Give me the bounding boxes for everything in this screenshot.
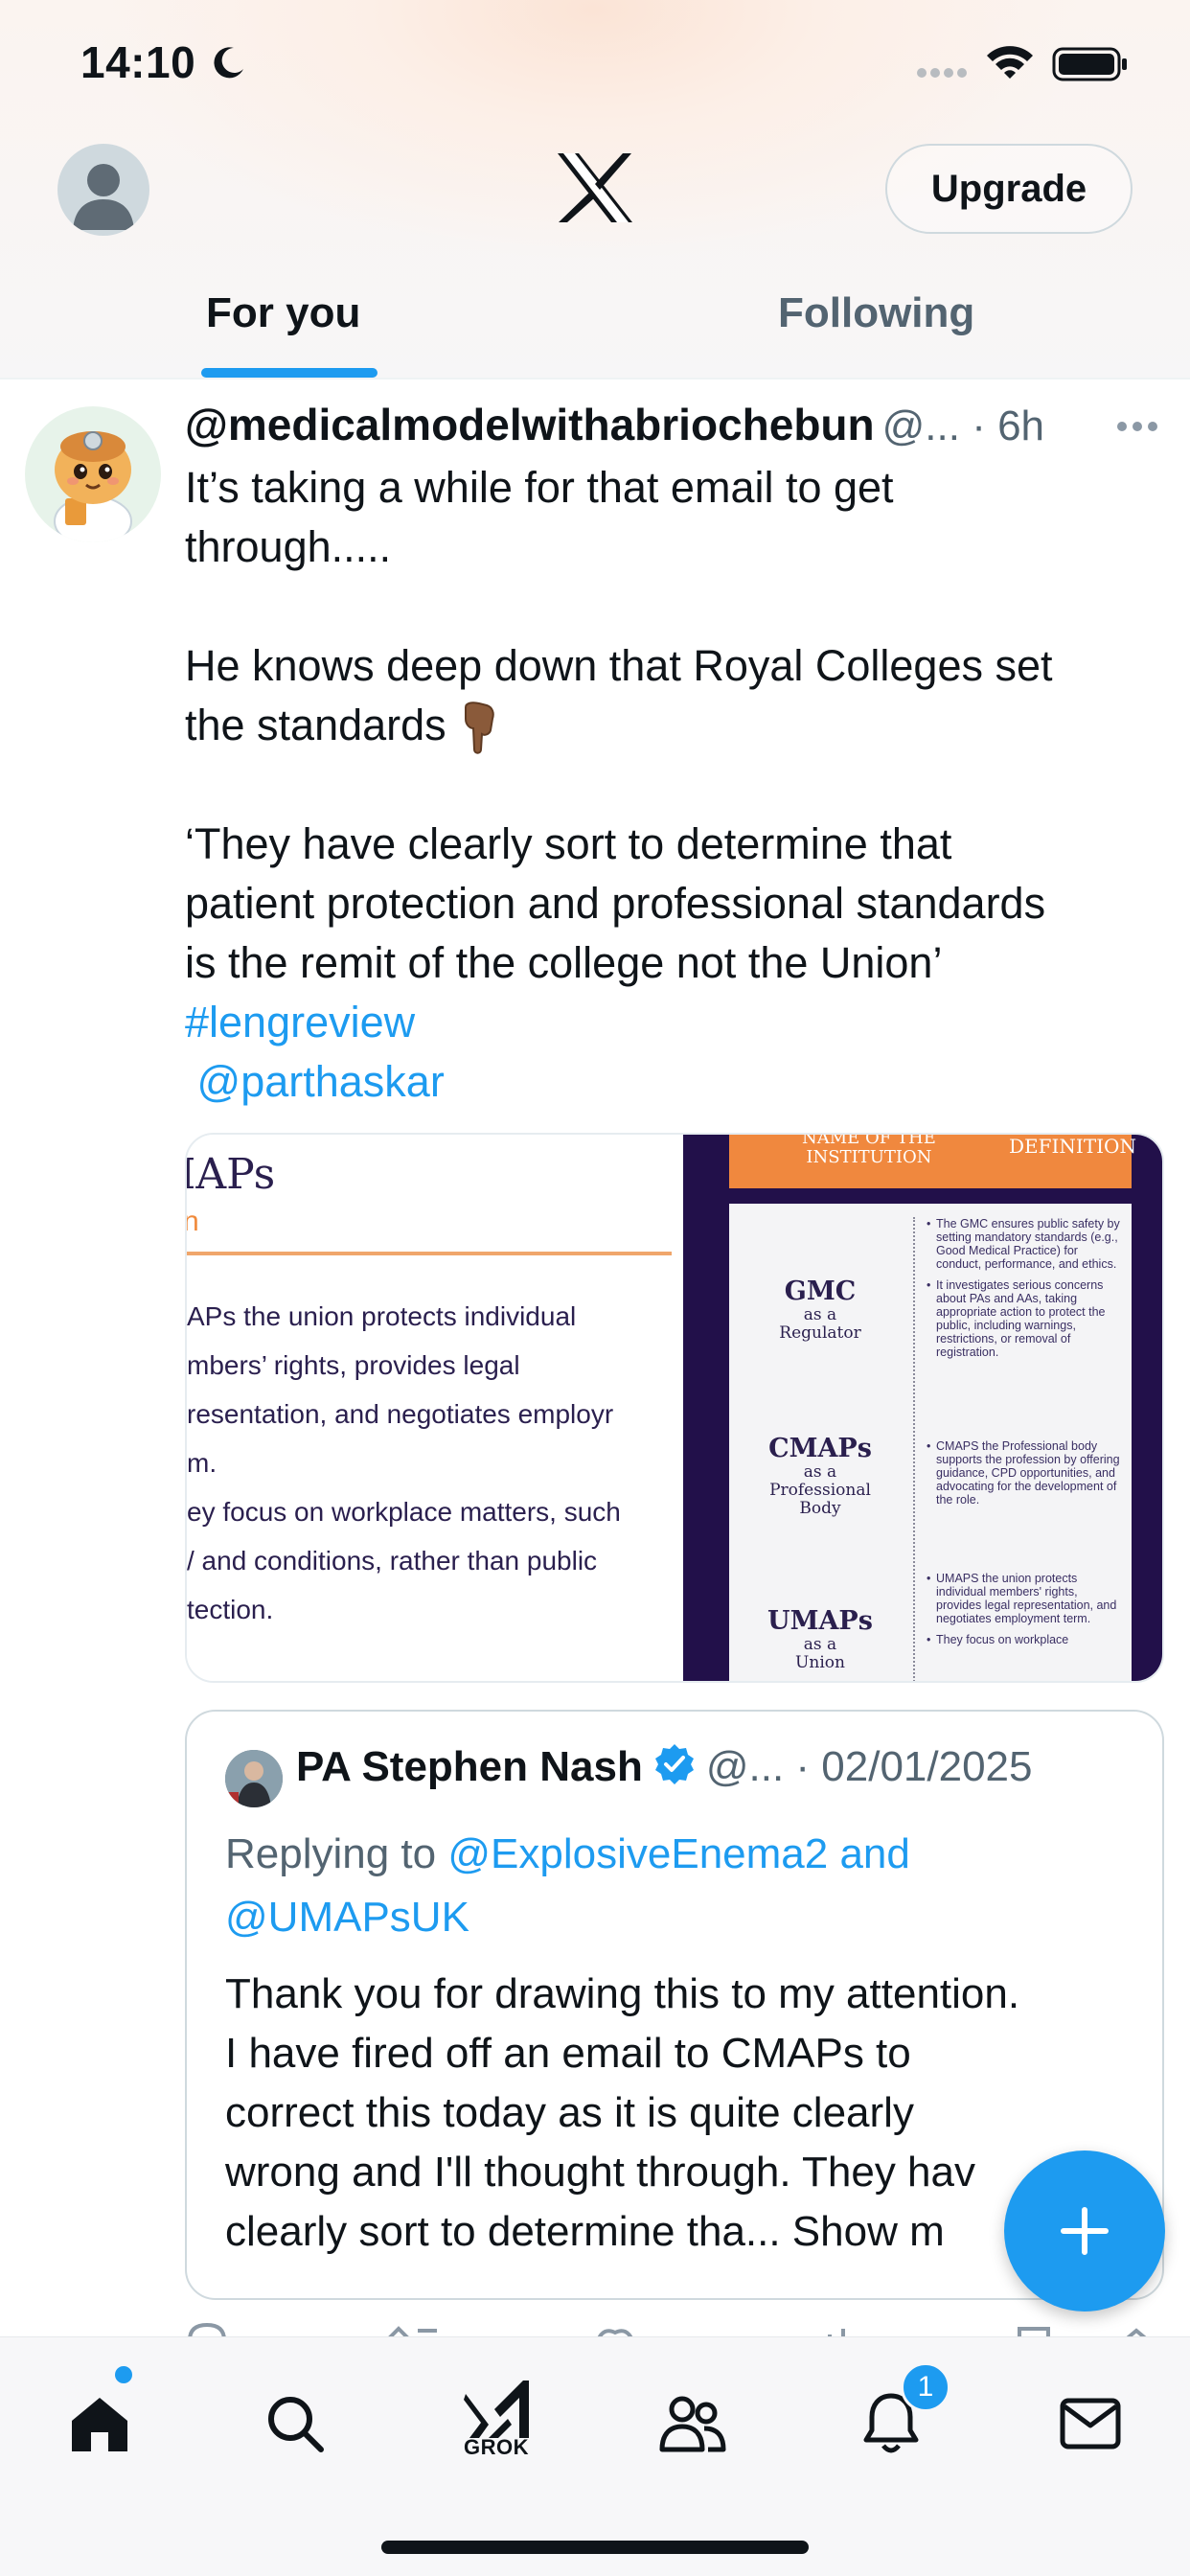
quoted-text-line: correct this today as it is quite clearl…	[225, 2089, 914, 2136]
post-meta: @... · 6h	[881, 402, 1045, 449]
post-text-line: It’s taking a while for that email to ge…	[185, 463, 894, 512]
post-media-carousel[interactable]: IAPs n APs the union protects individual…	[185, 1133, 1164, 1683]
quoted-text-line: wrong and I'll thought through. They hav	[225, 2149, 975, 2196]
slide-subtitle: n	[187, 1206, 199, 1238]
post-text: It’s taking a while for that email to ge…	[185, 458, 1153, 1112]
slide-text-line: resentation, and negotiates employr	[187, 1399, 614, 1429]
timeline-tabs: For you Following	[0, 268, 1190, 380]
table-header-definition: DEFINITION	[1009, 1135, 1136, 1158]
upgrade-button[interactable]: Upgrade	[885, 144, 1133, 234]
communities-icon	[659, 2396, 726, 2452]
grok-icon	[464, 2380, 529, 2438]
quoted-author-avatar[interactable]	[225, 1750, 283, 1807]
institution-gmc: GMC as a Regulator	[779, 1276, 861, 1343]
replying-to: Replying to @ExplosiveEnema2 and @UMAPsU…	[225, 1823, 1145, 1949]
quoted-author-name[interactable]: PA Stephen Nash	[296, 1743, 643, 1790]
post-author-avatar[interactable]	[25, 406, 161, 542]
mention-link[interactable]: @parthaskar	[197, 1057, 445, 1106]
media-slide-2[interactable]: NAME OF THE INSTITUTION DEFINITION GMC a…	[683, 1135, 1162, 1681]
post-text-fragment: the standards	[185, 701, 446, 749]
photo-avatar	[225, 1750, 283, 1807]
quoted-text-line: Thank you for drawing this to my attenti…	[225, 1970, 1020, 2017]
slide-text-line: APs the union protects individual	[187, 1301, 577, 1331]
verified-badge-icon	[654, 1744, 694, 1784]
status-bar: 14:10	[0, 0, 1190, 125]
post-text-line: He knows deep down that Royal Colleges s…	[185, 641, 1053, 690]
post-text-line: is the remit of the college not the Unio…	[185, 938, 943, 988]
slide-divider	[187, 1252, 672, 1255]
slide-text-line: / and conditions, rather than public	[187, 1546, 598, 1576]
nav-communities[interactable]	[644, 2376, 740, 2472]
table-header-institution: NAME OF THE INSTITUTION	[802, 1135, 936, 1167]
home-indicator	[381, 2541, 809, 2554]
media-slide-1[interactable]: IAPs n APs the union protects individual…	[187, 1135, 681, 1681]
nav-home[interactable]	[52, 2376, 148, 2472]
institution-umaps: UMAPs as a Union	[767, 1606, 873, 1672]
profile-avatar[interactable]	[57, 144, 149, 236]
definition-gmc: The GMC ensures public safety by setting…	[927, 1217, 1124, 1367]
slide-title: IAPs	[187, 1150, 276, 1199]
definition-umaps: UMAPS the union protects individual memb…	[927, 1572, 1124, 1654]
slide-table-header: NAME OF THE INSTITUTION DEFINITION	[729, 1135, 1136, 1188]
x-logo-icon[interactable]	[556, 151, 634, 224]
mail-icon	[1060, 2398, 1121, 2450]
replying-prefix: Replying to	[225, 1830, 437, 1877]
definition-cmaps: CMAPS the Professional body supports the…	[927, 1439, 1124, 1514]
slide-text-line: m.	[187, 1448, 217, 1478]
pointing-down-emoji	[464, 702, 494, 754]
nav-search[interactable]	[247, 2376, 343, 2472]
search-icon	[268, 2397, 324, 2452]
default-avatar-icon	[73, 164, 134, 230]
moon-icon	[214, 47, 243, 79]
hashtag-link[interactable]: #lengreview	[185, 998, 415, 1046]
post-text-line: through.....	[185, 522, 392, 571]
bottom-navigation: GROK 1	[0, 2336, 1190, 2576]
slide-text-line: ey focus on workplace matters, such	[187, 1497, 621, 1527]
tab-for-you[interactable]: For you	[206, 289, 360, 337]
status-time: 14:10	[80, 37, 196, 87]
post-header: @medicalmodelwithabriochebun @... · 6h	[185, 399, 1143, 456]
replying-to-link[interactable]: @UMAPsUK	[225, 1894, 469, 1941]
more-icon[interactable]	[1115, 420, 1159, 433]
post-text-line: patient protection and professional stan…	[185, 879, 1046, 929]
signal-icon	[917, 68, 967, 78]
slide-text-line: tection.	[187, 1595, 274, 1624]
cartoon-doctor-avatar	[54, 431, 132, 542]
quoted-post-header: PA Stephen Nash @... · 02/01/2025	[296, 1742, 1033, 1791]
notification-badge: 1	[901, 2362, 950, 2412]
nav-messages[interactable]	[1042, 2376, 1138, 2472]
active-tab-indicator	[201, 368, 378, 378]
grok-label: GROK	[464, 2435, 529, 2459]
quoted-post-meta: @... · 02/01/2025	[705, 1743, 1033, 1790]
plus-icon	[1061, 2207, 1109, 2255]
post-author-handle[interactable]: @medicalmodelwithabriochebun	[185, 400, 875, 449]
post-text-line-with-emoji: the standards	[185, 696, 1153, 755]
slide-table-body: GMC as a Regulator The GMC ensures publi…	[729, 1204, 1132, 1681]
quoted-text-line: I have fired off an email to CMAPs to	[225, 2030, 911, 2077]
battery-icon	[1052, 47, 1127, 81]
replying-to-link[interactable]: @ExplosiveEnema2 and	[447, 1830, 910, 1877]
table-column-divider	[913, 1217, 915, 1681]
slide-text-line: mbers’ rights, provides legal	[187, 1350, 520, 1380]
post-text-line: ‘They have clearly sort to determine tha…	[185, 819, 952, 869]
institution-cmaps: CMAPs as a Professional Body	[768, 1434, 872, 1518]
tab-following[interactable]: Following	[778, 289, 974, 337]
compose-button[interactable]	[1004, 2150, 1165, 2312]
home-unread-dot	[115, 2366, 132, 2383]
home-icon	[72, 2398, 127, 2451]
wifi-icon	[987, 46, 1033, 79]
